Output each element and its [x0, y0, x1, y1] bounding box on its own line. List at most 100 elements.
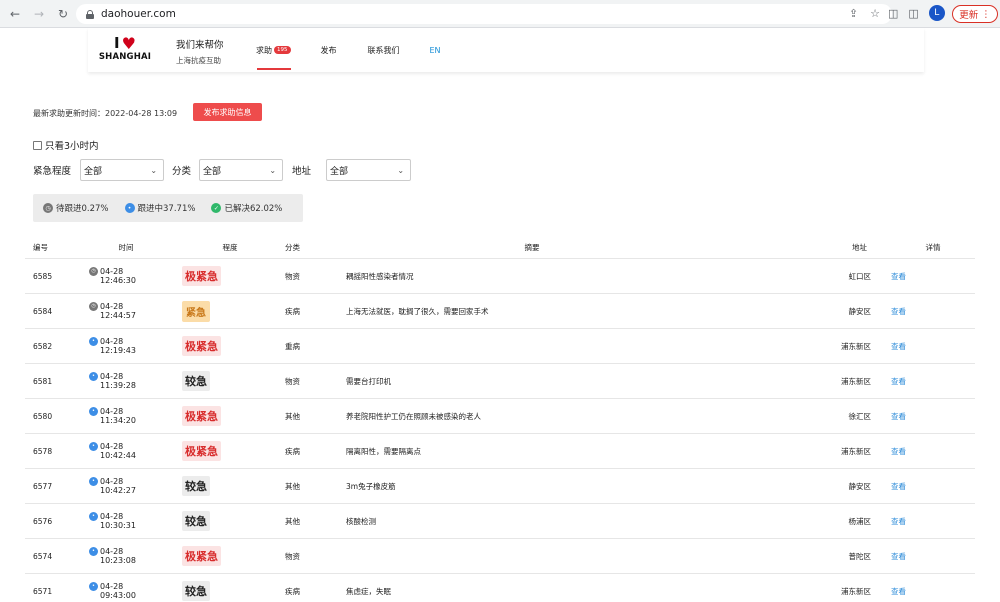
chevron-down-icon: ⌄ [397, 165, 405, 175]
publish-request-button[interactable]: 发布求助信息 [193, 103, 262, 121]
logo-city: SHANGHAI [98, 52, 152, 62]
row-address: 静安区 [848, 481, 872, 491]
last-update-text: 最新求助更新时间：2022-04-28 13:09 [33, 109, 178, 118]
profile-avatar[interactable]: L [928, 5, 945, 21]
nav-help-requests[interactable]: 求助 195 [256, 28, 291, 72]
row-time: • 04-28 11:39:28 [77, 371, 175, 391]
row-category: 疾病 [285, 306, 300, 316]
extensions-puzzle-icon[interactable]: ◫ [888, 7, 898, 20]
table-row[interactable]: 6584 ◷ 04-28 12:44:57 紧急 疾病 上海无法就医，耽搁了很久，需要回家手… [25, 293, 975, 328]
forward-icon[interactable]: → [30, 5, 48, 23]
urgency-badge: 极紧急 [182, 406, 221, 426]
row-address: 静安区 [848, 306, 872, 316]
urgency-badge: 较急 [182, 581, 210, 601]
nav-language-en[interactable]: EN [430, 28, 441, 72]
view-detail-link[interactable]: 查看 [891, 377, 906, 386]
table-row[interactable]: 6582 • 04-28 12:19:43 极紧急 重病 浦东新区 查看 [25, 328, 975, 363]
view-detail-link[interactable]: 查看 [891, 307, 906, 316]
address-select[interactable]: 全部 ⌄ [326, 159, 412, 181]
stat-following: • 跟进中37.71% [124, 202, 196, 214]
row-time: • 04-28 10:42:44 [77, 441, 175, 461]
table-row[interactable]: 6576 • 04-28 10:30:31 较急 其他 核酸检测 杨浦区 查看 [25, 503, 975, 538]
row-address: 浦东新区 [841, 376, 871, 386]
stat-pending-text: 待跟进0.27% [56, 204, 109, 214]
urgency-select-value: 全部 [84, 166, 103, 177]
nav-publish[interactable]: 发布 [321, 28, 337, 72]
row-date: 04-28 [100, 546, 124, 556]
row-summary: 隔离阳性，需要隔离点 [346, 446, 421, 456]
urgency-badge: 较急 [182, 476, 210, 496]
category-select[interactable]: 全部 ⌄ [199, 159, 284, 181]
row-address: 普陀区 [848, 551, 872, 561]
table-row[interactable]: 6581 • 04-28 11:39:28 较急 物资 需要台打印机 浦东新区 查看 [25, 363, 975, 398]
stat-following-text: 跟进中37.71% [137, 204, 196, 214]
more-menu-icon: ⋮ [981, 8, 991, 20]
lock-icon[interactable] [86, 9, 94, 19]
row-date: 04-28 [100, 371, 124, 381]
row-id: 6577 [33, 481, 53, 491]
view-detail-link[interactable]: 查看 [891, 552, 906, 561]
row-address: 浦东新区 [841, 341, 871, 351]
reload-icon[interactable]: ↻ [54, 5, 72, 23]
header-id: 编号 [33, 242, 48, 252]
table-body: 6585 ◷ 04-28 12:46:30 极紧急 物资 耦摇阳性感染者情况 虹口区 查看 658… [25, 258, 975, 602]
row-id: 6581 [33, 376, 53, 386]
table-row[interactable]: 6578 • 04-28 10:42:44 极紧急 疾病 隔离阳性，需要隔离点 浦东新区 查看 [25, 433, 975, 468]
row-summary: 养老院阳性护工仍在照顾未被感染的老人 [346, 411, 481, 421]
row-id: 6580 [33, 411, 53, 421]
urgency-select[interactable]: 全部 ⌄ [80, 159, 165, 181]
view-detail-link[interactable]: 查看 [891, 482, 906, 491]
row-category: 其他 [285, 481, 300, 491]
view-detail-link[interactable]: 查看 [891, 412, 906, 421]
row-time: ◷ 04-28 12:44:57 [77, 301, 175, 321]
view-detail-link[interactable]: 查看 [891, 342, 906, 351]
row-summary: 需要台打印机 [346, 376, 391, 386]
site-tagline: 我们来帮你 上海抗疫互助 [176, 37, 224, 66]
bookmark-star-icon[interactable]: ☆ [870, 7, 880, 20]
side-panel-icon[interactable]: ◫ [908, 7, 918, 20]
following-icon: • [89, 336, 98, 346]
row-date: 04-28 [100, 441, 124, 451]
category-filter-label: 分类 [172, 166, 192, 177]
row-category: 其他 [285, 411, 300, 421]
urgency-badge: 极紧急 [182, 441, 221, 461]
row-category: 物资 [285, 271, 300, 281]
view-detail-link[interactable]: 查看 [891, 587, 906, 596]
filter-bar: 紧急程度 全部 ⌄ 分类 全部 ⌄ 地址 全部 ⌄ [33, 159, 412, 181]
row-id: 6582 [33, 341, 53, 351]
row-date: 04-28 [100, 336, 124, 346]
table-row[interactable]: 6574 • 04-28 10:23:08 极紧急 物资 普陀区 查看 [25, 538, 975, 573]
row-category: 其他 [285, 516, 300, 526]
heart-icon: ♥ [121, 34, 136, 53]
view-detail-link[interactable]: 查看 [891, 517, 906, 526]
following-icon: • [89, 511, 98, 521]
view-detail-link[interactable]: 查看 [891, 272, 906, 281]
row-id: 6571 [33, 586, 53, 596]
row-time: • 04-28 09:43:00 [77, 581, 175, 601]
tagline-title: 我们来帮你 [176, 40, 224, 51]
only-3h-filter[interactable]: 只看3小时内 [33, 138, 99, 152]
table-row[interactable]: 6571 • 04-28 09:43:00 较急 疾病 焦虑症，失眠 浦东新区 查看 [25, 573, 975, 602]
row-id: 6574 [33, 551, 53, 561]
table-row[interactable]: 6585 ◷ 04-28 12:46:30 极紧急 物资 耦摇阳性感染者情况 虹口区 查看 [25, 258, 975, 293]
address-bar[interactable]: daohouer.com ⇪ ☆ [76, 4, 892, 24]
only-3h-checkbox[interactable] [33, 140, 42, 150]
share-icon[interactable]: ⇪ [849, 7, 858, 20]
following-icon: • [89, 406, 98, 416]
table-row[interactable]: 6577 • 04-28 10:42:27 较急 其他 3m兔子橡皮筋 静安区 查看 [25, 468, 975, 503]
following-icon: • [89, 476, 98, 486]
view-detail-link[interactable]: 查看 [891, 447, 906, 456]
header-summary: 摘要 [524, 242, 540, 252]
urgency-badge: 极紧急 [182, 336, 221, 356]
table-row[interactable]: 6580 • 04-28 11:34:20 极紧急 其他 养老院阳性护工仍在照顾未被感染的老… [25, 398, 975, 433]
nav-help-badge: 195 [274, 46, 291, 54]
site-logo[interactable]: I ♥ SHANGHAI [94, 36, 156, 66]
following-icon: • [89, 371, 98, 381]
browser-update-button[interactable]: 更新 ⋮ [952, 5, 998, 23]
nav-contact[interactable]: 联系我们 [368, 28, 400, 72]
row-id: 6578 [33, 446, 53, 456]
back-icon[interactable]: ← [6, 5, 24, 23]
row-summary: 3m兔子橡皮筋 [346, 481, 396, 491]
browser-toolbar: ← → ↻ daohouer.com ⇪ ☆ ◫ ◫ L 更新 ⋮ [0, 0, 1000, 28]
header-time: 时间 [118, 242, 134, 252]
